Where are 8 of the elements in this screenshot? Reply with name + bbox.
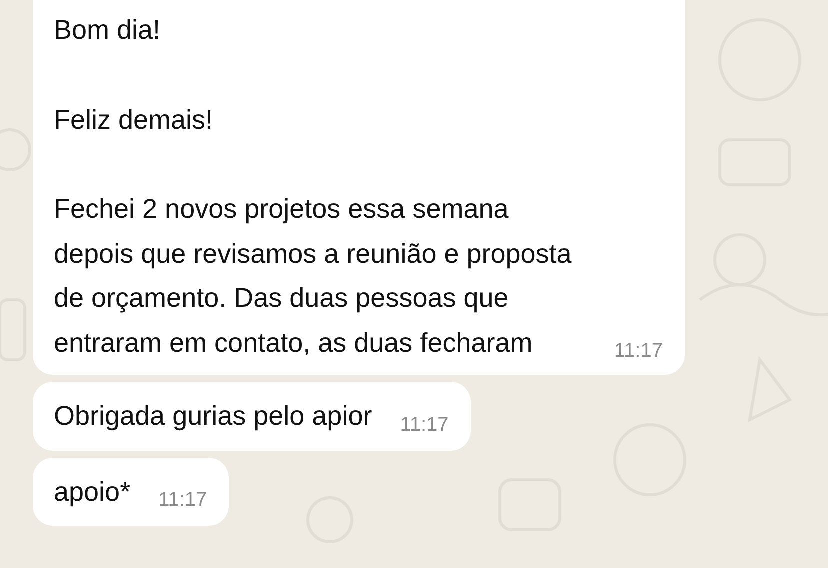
message-text: apoio* <box>54 476 131 509</box>
message-text: Feliz demais! <box>54 104 214 136</box>
message-time: 11:17 <box>400 414 449 436</box>
message-time: 11:17 <box>158 489 208 512</box>
message-text: Bom dia! <box>54 14 162 47</box>
message-text: Fechei 2 novos projetos essa semana depois que revisamos a reunião e proposta de orçamento. Das duas pessoas que entraram em contato, as duas fecharam <box>54 193 573 360</box>
message-text: Obrigada gurias pelo apior <box>54 400 372 433</box>
message-time: 11:17 <box>614 340 663 363</box>
